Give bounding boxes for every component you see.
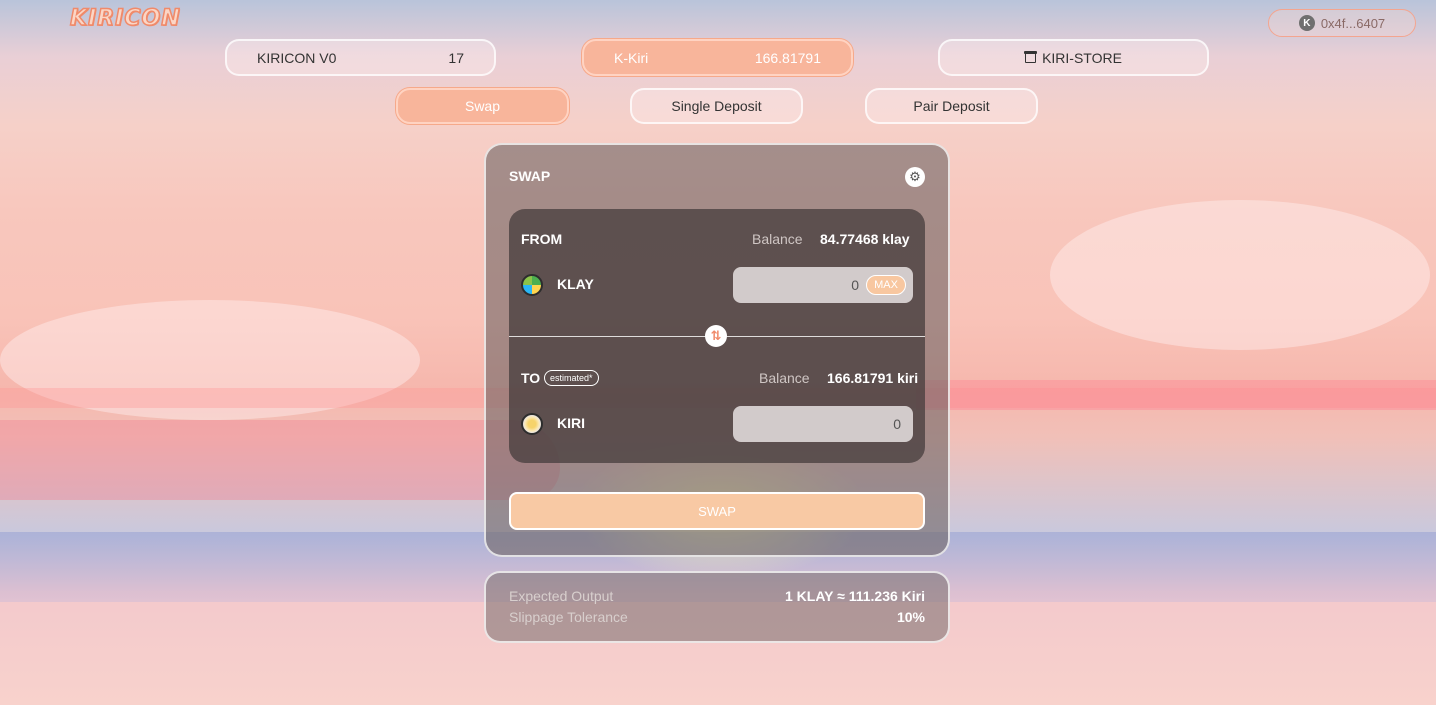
to-label: TO [521,370,541,386]
wallet-address: 0x4f...6407 [1320,15,1386,31]
klaytn-icon: K [1298,15,1315,31]
to-balance-label: Balance [759,370,810,386]
kiricon-v0-value: 17 [448,49,464,66]
expected-output-value: 1 KLAY ≈ 111.236 Kiri [785,588,925,604]
slippage-value: 10% [896,609,925,625]
tab-single-deposit[interactable]: Single Deposit [630,88,803,124]
background-band [0,420,560,500]
from-balance-value: 84.77468 klay [820,231,910,247]
from-balance-label: Balance [752,231,803,247]
swap-button[interactable]: SWAP [509,492,925,530]
estimated-badge: estimated* [544,370,599,386]
k-kiri-value: 166.81791 [754,49,821,66]
swap-card: SWAP ⚙ FROM Balance 84.77468 klay KLAY M… [484,143,950,557]
klay-token-icon [521,274,543,296]
gear-icon[interactable]: ⚙ [905,167,925,187]
kiricon-v0-label: KIRICON V0 [257,49,337,66]
kiri-store-button[interactable]: KIRI-STORE [938,39,1209,76]
swap-card-title: SWAP [509,168,551,184]
to-token-name: KIRI [557,415,585,431]
from-label: FROM [521,231,563,247]
swap-info-card: Expected Output 1 KLAY ≈ 111.236 Kiri Sl… [484,571,950,643]
kiricon-v0-button[interactable]: KIRICON V0 17 [225,39,496,76]
expected-output-label: Expected Output [509,588,614,604]
kiri-token-icon [521,413,543,435]
k-kiri-button[interactable]: K-Kiri 166.81791 [582,39,853,76]
to-balance-value: 166.81791 kiri [827,370,919,386]
slippage-label: Slippage Tolerance [509,609,628,625]
k-kiri-label: K-Kiri [614,49,649,66]
from-token-name: KLAY [557,276,594,292]
tab-swap[interactable]: Swap [396,88,569,124]
wallet-button[interactable]: K 0x4f...6407 [1268,9,1416,37]
background-band [916,380,1436,410]
swap-arrows-icon[interactable]: ⇅ [705,325,727,347]
swap-panel: FROM Balance 84.77468 klay KLAY MAX ⇅ TO… [509,209,925,463]
kiricon-logo[interactable]: KIRICON [69,5,181,32]
to-amount-input[interactable] [733,406,913,442]
tab-pair-deposit[interactable]: Pair Deposit [865,88,1038,124]
max-button[interactable]: MAX [866,275,906,295]
store-icon [1024,50,1038,63]
kiri-store-label: KIRI-STORE [1042,49,1122,66]
background-cloud [1050,200,1430,350]
